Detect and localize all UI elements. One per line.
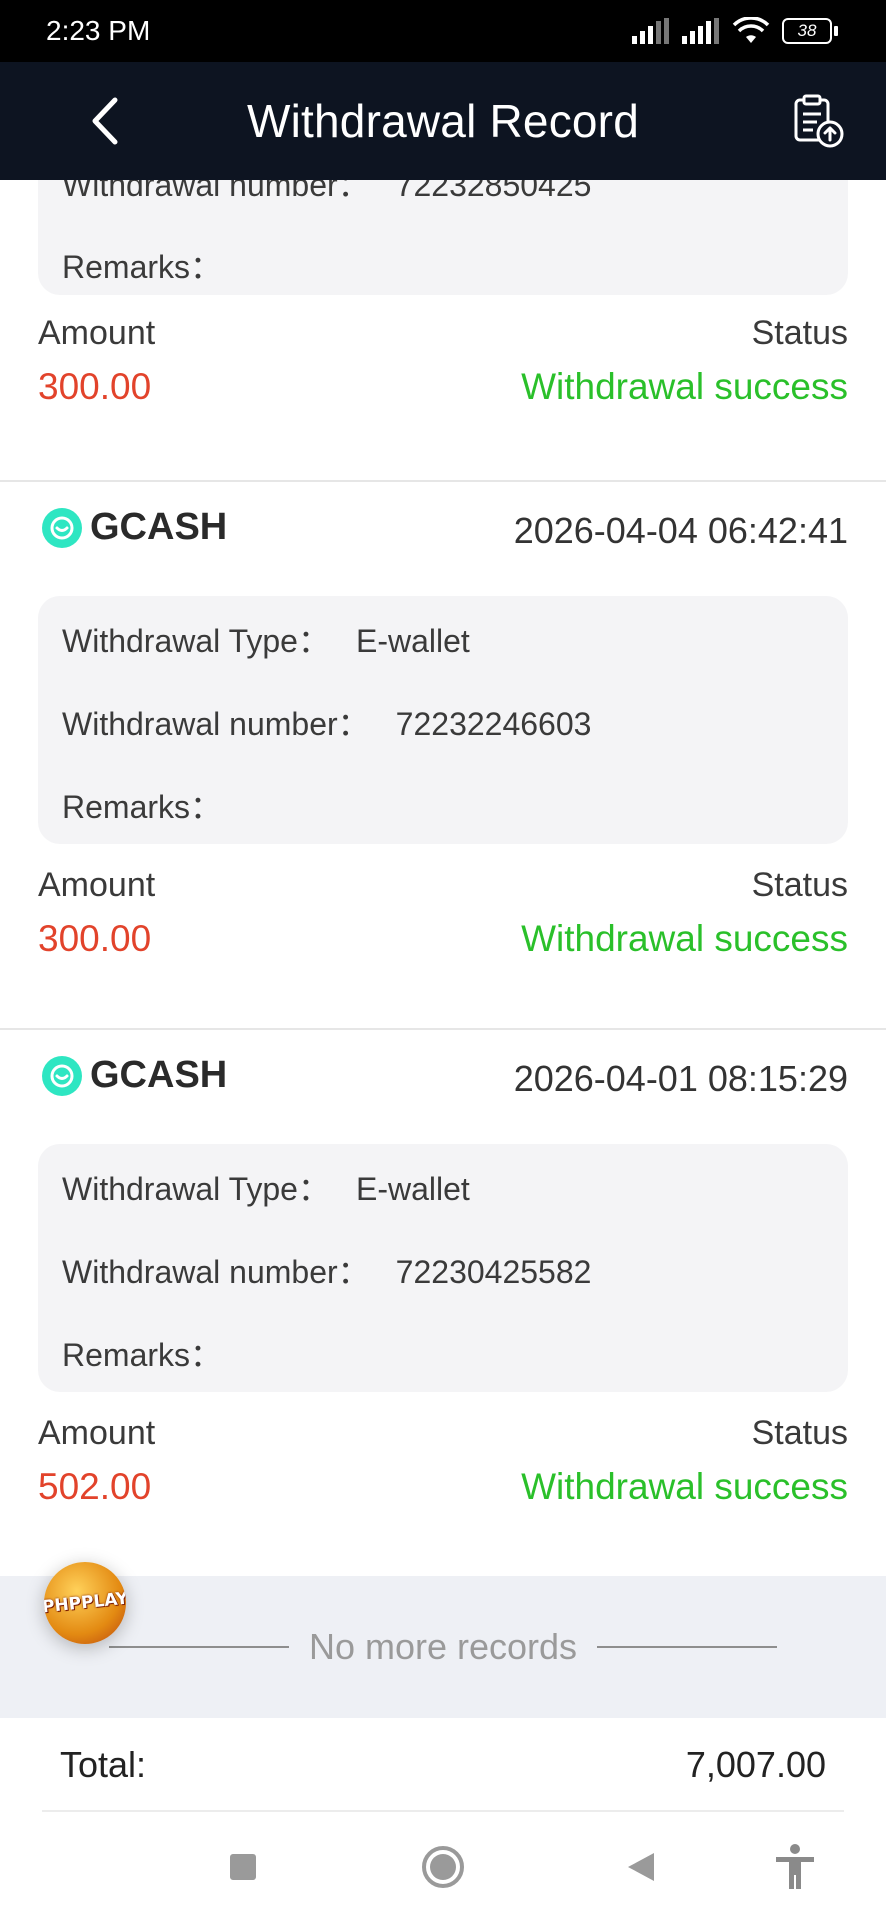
remarks-label: Remarks： xyxy=(62,249,223,285)
remarks-label: Remarks： xyxy=(62,1337,223,1373)
provider: GCASH xyxy=(42,506,227,549)
withdrawal-type-value: E-wallet xyxy=(355,1171,470,1207)
back-nav-button[interactable] xyxy=(616,1842,666,1892)
status-label: Status xyxy=(751,314,848,352)
triangle-back-icon xyxy=(628,1853,654,1881)
record-header: GCASH 2026-04-01 08:15:29 xyxy=(0,1030,886,1120)
provider-name: GCASH xyxy=(90,506,228,548)
withdrawal-number-value: 72230425582 xyxy=(395,1254,592,1290)
status-value: Withdrawal success xyxy=(521,1466,848,1507)
record-header: GCASH 2026-04-04 06:42:41 xyxy=(0,482,886,572)
record-details: Withdrawal Type： E-wallet Withdrawal numb… xyxy=(38,596,848,844)
battery-level: 38 xyxy=(797,21,817,40)
square-icon xyxy=(230,1854,256,1880)
amount-value: 300.00 xyxy=(38,918,152,959)
record-date: 2026-04-04 06:42:41 xyxy=(513,510,848,551)
withdrawal-number-label: Withdrawal number： xyxy=(62,706,370,742)
recent-apps-button[interactable] xyxy=(218,1842,268,1892)
withdrawal-type-label: Withdrawal Type： xyxy=(62,1171,330,1207)
gcash-icon xyxy=(42,507,82,548)
back-button[interactable] xyxy=(80,94,130,148)
gcash-icon xyxy=(42,1055,82,1096)
export-record-button[interactable] xyxy=(788,90,848,150)
remarks-row: Remarks： xyxy=(62,1330,248,1376)
home-button[interactable] xyxy=(418,1842,468,1892)
record-card-partial: Withdrawal number： 72232850425 Remarks： A… xyxy=(0,180,886,412)
record-date: 2026-04-01 08:15:29 xyxy=(513,1058,848,1099)
status-label: Status xyxy=(751,1414,848,1452)
status-time: 2:23 PM xyxy=(46,15,151,46)
withdrawal-number-row: Withdrawal number： 72232850425 xyxy=(62,180,591,206)
system-nav-bar xyxy=(0,1812,886,1920)
signal-icon-2 xyxy=(682,18,719,44)
app-header: Withdrawal Record xyxy=(0,62,886,180)
amount-value: 300.00 xyxy=(38,366,152,407)
chevron-left-icon xyxy=(92,97,118,145)
amount-label: Amount xyxy=(38,314,156,352)
status-label: Status xyxy=(751,866,848,904)
status-bar: 2:23 PM 38 xyxy=(0,0,886,62)
remarks-row: Remarks： xyxy=(62,782,248,828)
record-list[interactable]: Withdrawal number： 72232850425 Remarks： A… xyxy=(0,180,886,1574)
record-details: Withdrawal Type： E-wallet Withdrawal numb… xyxy=(38,1144,848,1392)
record-details: Withdrawal number： 72232850425 Remarks： xyxy=(38,180,848,295)
withdrawal-type-label: Withdrawal Type： xyxy=(62,623,330,659)
home-circle-icon xyxy=(422,1846,464,1888)
withdrawal-number-row: Withdrawal number： 72232246603 xyxy=(62,699,591,745)
page-title: Withdrawal Record xyxy=(247,95,639,147)
withdrawal-type-row: Withdrawal Type： E-wallet xyxy=(62,1164,470,1210)
total-bar: Total: 7,007.00 xyxy=(0,1718,886,1812)
withdrawal-number-row: Withdrawal number： 72230425582 xyxy=(62,1247,591,1293)
record-card: GCASH 2026-04-04 06:42:41 Withdrawal Typ… xyxy=(0,482,886,1028)
withdrawal-number-label: Withdrawal number： xyxy=(62,180,370,203)
amount-value: 502.00 xyxy=(38,1466,152,1507)
battery-icon: 38 xyxy=(782,18,838,44)
accessibility-icon xyxy=(776,1844,814,1889)
badge-logo-text: PHPPLAY xyxy=(44,1588,126,1618)
withdrawal-type-row: Withdrawal Type： E-wallet xyxy=(62,616,470,662)
total-value: 7,007.00 xyxy=(685,1744,826,1785)
provider-name: GCASH xyxy=(90,1054,228,1096)
status-icons: 38 xyxy=(632,17,838,45)
remarks-label: Remarks： xyxy=(62,789,223,825)
record-card: GCASH 2026-04-01 08:15:29 Withdrawal Typ… xyxy=(0,1030,886,1574)
divider-line xyxy=(597,1646,778,1648)
total-label: Total: xyxy=(60,1744,147,1785)
amount-label: Amount xyxy=(38,1414,156,1452)
wifi-icon xyxy=(732,17,770,43)
status-value: Withdrawal success xyxy=(521,366,848,407)
clipboard-upload-icon xyxy=(794,94,844,148)
accessibility-button[interactable] xyxy=(770,1842,820,1892)
provider: GCASH xyxy=(42,1054,227,1097)
withdrawal-number-label: Withdrawal number： xyxy=(62,1254,370,1290)
signal-icon xyxy=(632,18,669,44)
no-more-records: No more records xyxy=(0,1576,886,1718)
withdrawal-type-value: E-wallet xyxy=(355,623,470,659)
floating-game-badge[interactable]: PHPPLAY xyxy=(44,1562,126,1644)
amount-label: Amount xyxy=(38,866,156,904)
withdrawal-number-value: 72232850425 xyxy=(395,180,592,203)
remarks-row: Remarks： xyxy=(62,242,248,288)
divider-line xyxy=(108,1646,289,1648)
status-value: Withdrawal success xyxy=(521,918,848,959)
no-more-records-text: No more records xyxy=(308,1626,578,1667)
withdrawal-number-value: 72232246603 xyxy=(395,706,592,742)
